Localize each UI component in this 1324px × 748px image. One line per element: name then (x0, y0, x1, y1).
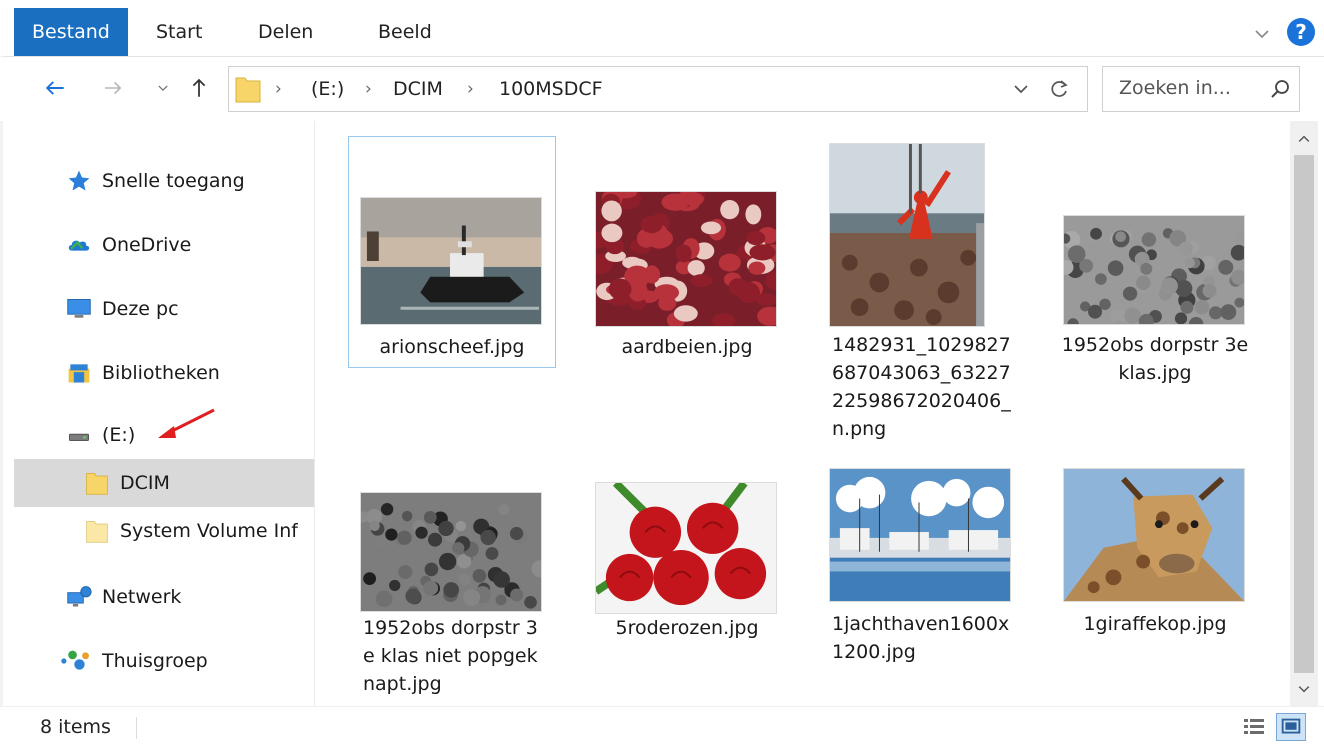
folder-icon (82, 516, 112, 546)
file-name: 1952obs dorpstr 3e klas niet popgeknapt.… (363, 617, 538, 695)
network-icon (64, 582, 94, 612)
breadcrumb-separator: › (467, 79, 474, 99)
file-name: 1482931_1029827687043063_632272259867202… (832, 334, 1011, 440)
window-left-edge (0, 56, 3, 706)
sidebar-item-label: Deze pc (102, 298, 179, 320)
sidebar-item-dcim[interactable]: DCIM (14, 459, 314, 507)
breadcrumb-drive-e[interactable]: (E:) (311, 67, 344, 111)
search-input[interactable] (1111, 67, 1277, 109)
file-name: 1jachthaven1600x1200.jpg (832, 613, 1010, 663)
drive-icon (64, 420, 94, 450)
file-name: 1giraffekop.jpg (1083, 613, 1227, 635)
help-icon[interactable]: ? (1287, 18, 1315, 46)
navigation-bar: › (E:) › DCIM › 100MSDCF (0, 57, 1324, 121)
file-tile-5roderozen[interactable]: 5roderozen.jpg (583, 479, 791, 705)
cloud-icon (64, 230, 94, 260)
up-arrow-icon[interactable] (184, 73, 214, 103)
folder-icon (82, 468, 112, 498)
file-tile-1952obs-dorpstr-niet-popgeknapt[interactable]: 1952obs dorpstr 3e klas niet popgeknapt.… (348, 479, 556, 705)
tab-delen[interactable]: Delen (240, 8, 331, 56)
image-thumbnail (595, 482, 777, 614)
sidebar-item-label: System Volume Inf (120, 520, 298, 542)
breadcrumb-separator: › (275, 79, 282, 99)
status-bar: 8 items (0, 706, 1324, 748)
tab-bestand[interactable]: Bestand (14, 8, 128, 56)
details-view-icon[interactable] (1242, 715, 1266, 739)
image-thumbnail (360, 492, 542, 612)
file-name: 5roderozen.jpg (615, 617, 759, 639)
file-tile-1482931[interactable]: 1482931_1029827687043063_632272259867202… (817, 136, 1025, 456)
sidebar-item-libraries[interactable]: Bibliotheken (14, 349, 314, 397)
image-thumbnail (595, 191, 777, 327)
search-icon[interactable] (1269, 78, 1291, 100)
sidebar-item-label: Thuisgroep (102, 650, 208, 672)
search-box (1102, 66, 1300, 112)
image-thumbnail (829, 143, 985, 327)
sidebar-item-label: Snelle toegang (102, 170, 245, 192)
file-name: 1952obs dorpstr 3e klas.jpg (1061, 334, 1249, 384)
status-separator (136, 717, 137, 739)
forward-arrow-icon[interactable] (98, 73, 128, 103)
item-count: 8 items (40, 716, 111, 738)
file-tile-1952obs-dorpstr[interactable]: 1952obs dorpstr 3e klas.jpg (1051, 136, 1259, 384)
back-arrow-icon[interactable] (40, 73, 70, 103)
scroll-up-arrow-icon[interactable] (1290, 125, 1318, 153)
star-icon (64, 166, 94, 196)
file-tile-1giraffekop[interactable]: 1giraffekop.jpg (1051, 459, 1259, 705)
scroll-down-arrow-icon[interactable] (1290, 675, 1318, 703)
image-thumbnail (1063, 215, 1245, 325)
refresh-icon[interactable] (1047, 77, 1071, 101)
sidebar-item-network[interactable]: Netwerk (14, 573, 314, 621)
sidebar-item-this-pc[interactable]: Deze pc (14, 285, 314, 333)
folder-icon (235, 75, 261, 103)
breadcrumb-dcim[interactable]: DCIM (393, 67, 443, 111)
sidebar-item-label: Netwerk (102, 586, 182, 608)
sidebar-item-quick-access[interactable]: Snelle toegang (14, 157, 314, 205)
homegroup-icon (58, 646, 94, 676)
file-name: aardbeien.jpg (621, 336, 753, 358)
sidebar-item-homegroup[interactable]: Thuisgroep (14, 637, 314, 685)
monitor-icon (64, 294, 94, 324)
sidebar-item-onedrive[interactable]: OneDrive (14, 221, 314, 269)
tab-start[interactable]: Start (138, 8, 220, 56)
ribbon: Bestand Start Delen Beeld ? (0, 4, 1324, 57)
sidebar-item-system-volume-information[interactable]: System Volume Inf (14, 507, 314, 555)
scrollbar-thumb[interactable] (1294, 155, 1314, 673)
sidebar-item-label: DCIM (120, 472, 170, 494)
image-thumbnail (360, 197, 542, 325)
recent-locations-chevron-icon[interactable] (148, 73, 178, 103)
file-list: arionscheef.jpg aardbeien.jpg 1482931_10… (315, 121, 1290, 706)
tab-beeld[interactable]: Beeld (360, 8, 450, 56)
ribbon-expand-chevron-icon[interactable] (1252, 24, 1272, 44)
file-tile-aardbeien[interactable]: aardbeien.jpg (583, 136, 791, 368)
file-name: arionscheef.jpg (379, 336, 525, 358)
sidebar-item-label: OneDrive (102, 234, 192, 256)
breadcrumb-separator: › (365, 79, 372, 99)
library-icon (64, 358, 94, 388)
vertical-scrollbar[interactable] (1290, 121, 1318, 706)
annotation-red-arrow (152, 400, 220, 444)
sidebar-item-label: Bibliotheken (102, 362, 220, 384)
address-bar[interactable]: › (E:) › DCIM › 100MSDCF (228, 66, 1088, 112)
file-tile-arionscheef[interactable]: arionscheef.jpg (348, 136, 556, 368)
address-dropdown-chevron-icon[interactable] (1011, 79, 1031, 99)
large-icons-view-icon[interactable] (1276, 713, 1306, 741)
image-thumbnail (829, 468, 1011, 602)
file-tile-1jachthaven[interactable]: 1jachthaven1600x1200.jpg (817, 459, 1025, 705)
breadcrumb-100msdcf[interactable]: 100MSDCF (499, 67, 603, 111)
image-thumbnail (1063, 468, 1245, 602)
sidebar-item-label: (E:) (102, 424, 136, 446)
